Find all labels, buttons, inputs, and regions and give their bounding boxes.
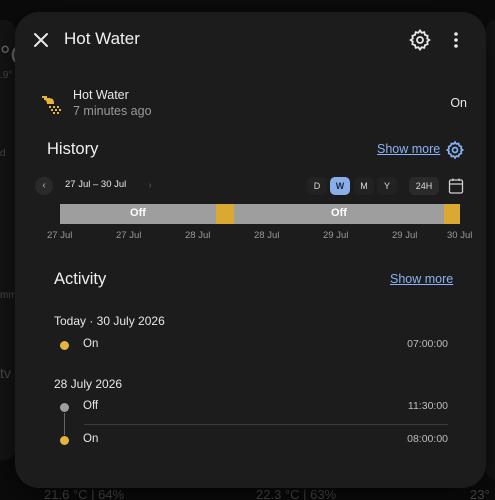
activity-state: Off: [83, 400, 99, 412]
timeline-segment-off[interactable]: Off: [234, 204, 444, 224]
entity-row: Hot Water 7 minutes ago On: [15, 84, 486, 124]
history-show-more-link[interactable]: Show more: [377, 142, 440, 156]
timeline-tick-label: 29 Jul: [323, 230, 349, 241]
gear-icon: [445, 140, 465, 160]
close-button[interactable]: [29, 28, 53, 52]
calendar-icon: [448, 178, 464, 194]
close-icon: [34, 33, 48, 47]
calendar-button[interactable]: [447, 176, 465, 196]
activity-state: On: [83, 433, 99, 445]
state-dot: [60, 436, 69, 445]
timeline-tick-label: 28 Jul: [254, 230, 280, 241]
gear-icon: [409, 28, 431, 52]
activity-day-title: Today · 30 July 2026: [54, 314, 165, 328]
history-settings-button[interactable]: [445, 140, 465, 160]
activity-divider: [84, 424, 448, 425]
activity-time: 07:00:00: [407, 338, 448, 350]
timeline-tick-label: 29 Jul: [392, 230, 418, 241]
activity-state: On: [83, 338, 99, 350]
entity-last-changed: 7 minutes ago: [73, 104, 152, 118]
activity-day-title: 28 July 2026: [54, 377, 123, 391]
period-button-d[interactable]: D: [307, 177, 327, 195]
entity-state: On: [450, 96, 467, 110]
timeline-tick-label: 27 Jul: [47, 230, 73, 241]
state-dot: [60, 341, 69, 350]
dialog-title: Hot Water: [64, 29, 140, 48]
timeline-segment-label: Off: [331, 207, 347, 219]
more-options-button[interactable]: [444, 28, 468, 52]
activity-entry[interactable]: On 07:00:00: [54, 335, 448, 357]
activity-entry[interactable]: On 08:00:00: [54, 430, 448, 452]
period-button-m[interactable]: M: [354, 177, 374, 195]
timeline-tick-label: 27 Jul: [116, 230, 142, 241]
timeline-segment-label: Off: [130, 207, 146, 219]
timeline-tick-label: 30 Jul: [447, 230, 473, 241]
entity-name: Hot Water: [73, 88, 129, 102]
period-button-w[interactable]: W: [330, 177, 350, 195]
more-info-dialog: Hot Water Hot Water 7 minutes ago On His…: [15, 12, 486, 488]
24h-toggle-button[interactable]: 24H: [409, 177, 439, 195]
more-vertical-icon: [454, 32, 458, 48]
state-dot: [60, 403, 69, 412]
history-timeline[interactable]: Off Off: [60, 204, 460, 224]
timeline-segment-on[interactable]: [216, 204, 234, 224]
activity-time: 11:30:00: [407, 400, 448, 412]
activity-title: Activity: [54, 270, 107, 288]
previous-period-button[interactable]: ‹: [35, 177, 53, 195]
activity-time: 08:00:00: [407, 433, 448, 445]
activity-show-more-link[interactable]: Show more: [390, 272, 453, 286]
date-range-label[interactable]: 27 Jul – 30 Jul: [65, 179, 126, 190]
dialog-header: Hot Water: [15, 12, 486, 68]
timeline-segment-on[interactable]: [444, 204, 460, 224]
timeline-segment-off[interactable]: Off: [60, 204, 216, 224]
timeline-axis: 27 Jul 27 Jul 28 Jul 28 Jul 29 Jul 29 Jul 30 J…: [15, 230, 486, 244]
history-title: History: [47, 140, 99, 158]
shower-icon: [42, 96, 61, 114]
next-period-button[interactable]: ›: [141, 177, 159, 195]
timeline-tick-label: 28 Jul: [185, 230, 211, 241]
period-button-y[interactable]: Y: [377, 177, 397, 195]
entity-icon: [39, 92, 63, 116]
activity-entry[interactable]: Off 11:30:00: [54, 397, 448, 419]
settings-button[interactable]: [408, 28, 432, 52]
